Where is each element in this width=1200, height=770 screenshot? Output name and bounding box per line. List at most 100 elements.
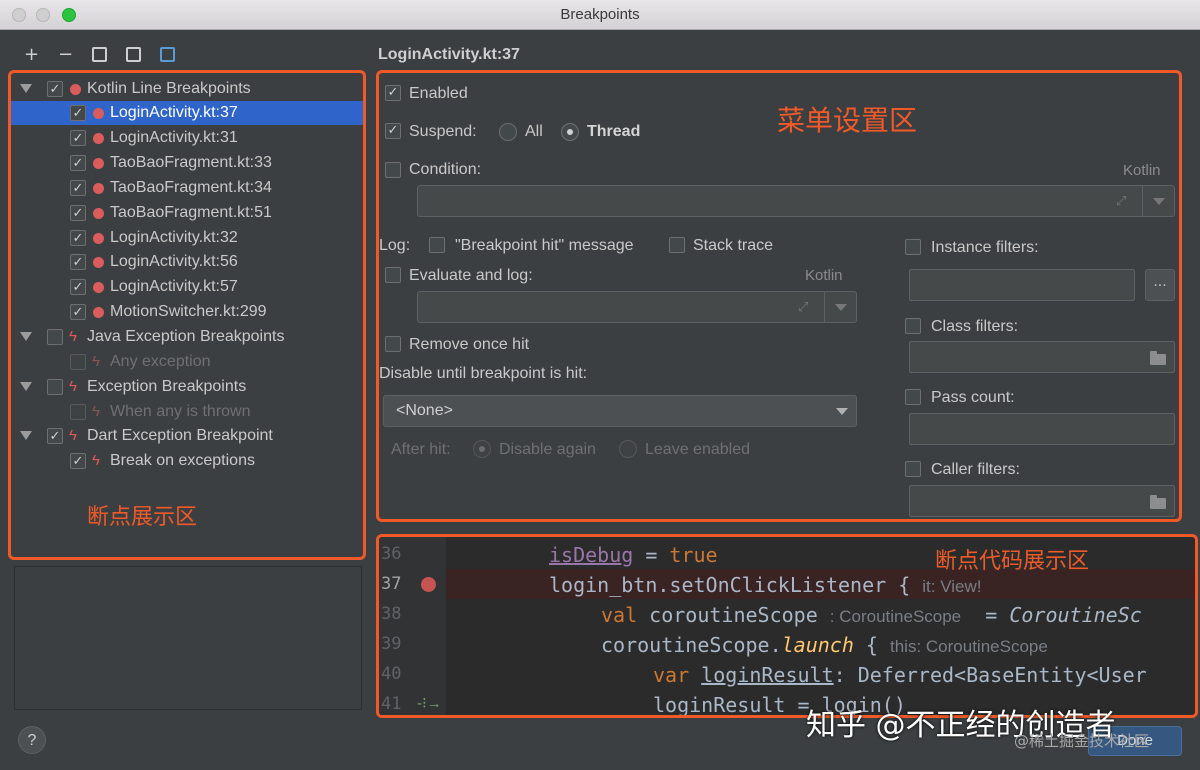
item-checkbox[interactable]: ✓ [70,254,86,270]
line-number: 38 [381,604,402,624]
breakpoint-hit-message-label: "Breakpoint hit" message [455,237,634,254]
instance-filters-checkbox[interactable] [905,239,921,255]
separator [1142,186,1143,216]
instance-filters-more-button[interactable]: ... [1145,269,1175,301]
code-token: launch [781,633,854,657]
leave-enabled-radio[interactable] [619,440,637,458]
folder-icon[interactable] [1150,495,1166,509]
group-kotlin-line-breakpoints[interactable]: ✓ Kotlin Line Breakpoints [11,77,363,101]
evaluate-and-log-checkbox[interactable] [385,267,401,283]
stack-trace-checkbox[interactable] [669,237,685,253]
red-dot-icon [93,183,104,194]
breakpoint-hit-message-checkbox[interactable] [429,237,445,253]
leave-enabled-label: Leave enabled [645,441,750,458]
disable-until-select[interactable]: <None> [383,395,857,427]
item-checkbox[interactable] [70,354,86,370]
item-checkbox[interactable]: ✓ [70,230,86,246]
group-java-exception-breakpoints[interactable]: ϟ Java Exception Breakpoints [11,325,363,349]
settings-filter-icon[interactable] [160,47,175,62]
enabled-checkbox[interactable]: ✓ [385,85,401,101]
lightning-icon: ϟ [69,427,77,444]
suspend-all-radio[interactable] [499,123,517,141]
help-button[interactable]: ? [18,726,46,754]
remove-once-hit-label: Remove once hit [409,336,530,353]
chevron-down-icon[interactable] [1153,198,1165,205]
expand-icon[interactable]: ⤢ [798,300,808,315]
item-checkbox[interactable]: ✓ [70,180,86,196]
item-checkbox[interactable]: ✓ [70,155,86,171]
folder-icon[interactable] [1150,351,1166,365]
tree-item[interactable]: ✓ ϟ Break on exceptions [11,449,363,473]
expand-arrow-icon[interactable] [20,431,32,440]
group-checkbox[interactable] [47,329,63,345]
chevron-down-icon[interactable] [835,304,847,311]
tree-item[interactable]: ✓ LoginActivity.kt:31 [11,126,363,150]
group-checkbox[interactable]: ✓ [47,81,63,97]
tree-item[interactable]: ✓ LoginActivity.kt:32 [11,226,363,250]
group-checkbox[interactable] [47,379,63,395]
item-checkbox[interactable]: ✓ [70,304,86,320]
group-checkbox[interactable]: ✓ [47,428,63,444]
breakpoint-dot-icon[interactable] [421,577,436,592]
item-checkbox[interactable]: ✓ [70,105,86,121]
condition-checkbox[interactable] [385,162,401,178]
code-token: loginResult [701,663,834,687]
code-token: { [853,633,890,657]
group-by-folder-icon[interactable] [92,47,107,62]
item-checkbox[interactable]: ✓ [70,453,86,469]
expand-arrow-icon[interactable] [20,382,32,391]
code-token: = [633,543,670,567]
remove-once-hit-checkbox[interactable] [385,336,401,352]
tree-item[interactable]: ϟ When any is thrown [11,400,363,424]
instance-filters-label: Instance filters: [931,239,1039,256]
line-number: 36 [381,544,402,564]
code-line: var loginResult: Deferred<BaseEntity<Use… [653,663,1147,687]
suspend-thread-radio[interactable] [561,123,579,141]
tree-item[interactable]: ✓ LoginActivity.kt:37 [11,101,363,125]
settings-panel: ✓ Enabled 菜单设置区 ✓ Suspend: All Thread Co… [376,70,1182,522]
tree-item[interactable]: ✓ TaoBaoFragment.kt:33 [11,151,363,175]
tree-item[interactable]: ✓ LoginActivity.kt:57 [11,275,363,299]
tree-item[interactable]: ϟ Any exception [11,350,363,374]
caller-filters-field[interactable] [909,485,1175,517]
tree-item[interactable]: ✓ MotionSwitcher.kt:299 [11,300,363,324]
red-dot-icon [70,84,81,95]
add-breakpoint-button[interactable]: + [24,46,39,64]
tree-empty-area [14,566,362,710]
caller-filters-checkbox[interactable] [905,461,921,477]
code-token: CoroutineSc [1009,603,1142,627]
evaluate-and-log-label: Evaluate and log: [409,267,533,284]
expand-arrow-icon[interactable] [20,332,32,341]
pass-count-field[interactable] [909,413,1175,445]
evaluate-language-label[interactable]: Kotlin [805,267,843,284]
instance-filters-field[interactable] [909,269,1135,301]
tree-item[interactable]: ✓ LoginActivity.kt:56 [11,250,363,274]
item-checkbox[interactable]: ✓ [70,130,86,146]
code-token: isDebug [549,543,634,567]
group-exception-breakpoints[interactable]: ϟ Exception Breakpoints [11,375,363,399]
red-dot-icon [93,158,104,169]
condition-field[interactable]: ⤢ [417,185,1175,217]
expand-icon[interactable]: ⤢ [1116,194,1126,209]
evaluate-field[interactable]: ⤢ [417,291,857,323]
code-token: = [961,603,1010,627]
caller-filters-label: Caller filters: [931,461,1020,478]
expand-arrow-icon[interactable] [20,84,32,93]
class-filters-checkbox[interactable] [905,318,921,334]
lightning-icon: ϟ [92,353,100,370]
chevron-down-icon[interactable] [836,408,848,415]
tree-item[interactable]: ✓ TaoBaoFragment.kt:34 [11,176,363,200]
pass-count-checkbox[interactable] [905,389,921,405]
item-checkbox[interactable]: ✓ [70,279,86,295]
item-checkbox[interactable] [70,404,86,420]
suspend-checkbox[interactable]: ✓ [385,123,401,139]
item-checkbox[interactable]: ✓ [70,205,86,221]
tree-item[interactable]: ✓ TaoBaoFragment.kt:51 [11,201,363,225]
remove-breakpoint-button[interactable]: − [58,46,73,64]
code-token: var [653,663,690,687]
class-filters-field[interactable] [909,341,1175,373]
condition-language-label[interactable]: Kotlin [1123,162,1161,179]
group-dart-exception-breakpoint[interactable]: ✓ ϟ Dart Exception Breakpoint [11,424,363,448]
group-by-file-icon[interactable] [126,47,141,62]
disable-again-radio[interactable] [473,440,491,458]
